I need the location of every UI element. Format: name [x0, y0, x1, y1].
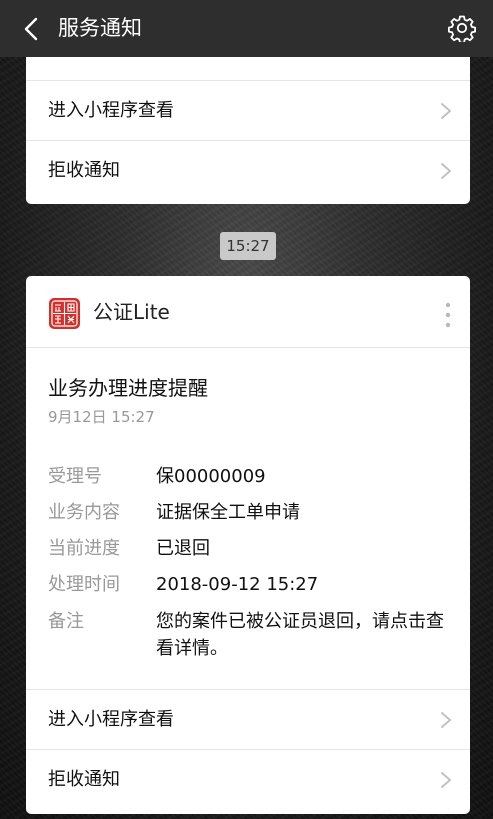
notice-date: 9月12日 15:27 [48, 408, 155, 426]
field-key: 处理时间 [48, 574, 120, 595]
field-key: 当前进度 [48, 538, 120, 559]
row-label: 进入小程序查看 [48, 709, 174, 730]
notification-card[interactable]: 公证Lite 业务办理进度提醒 9月12日 15:27 受理号 保0000000… [26, 276, 470, 814]
row-label: 进入小程序查看 [48, 100, 174, 121]
notice-title: 业务办理进度提醒 [48, 376, 208, 400]
chevron-right-icon [441, 712, 451, 728]
message-timestamp: 15:27 [220, 232, 276, 260]
chevron-left-icon [24, 17, 38, 41]
field-key: 业务内容 [48, 502, 120, 523]
card-header: 公证Lite [26, 276, 470, 348]
row-label: 拒收通知 [48, 769, 120, 790]
field-key: 备注 [48, 611, 84, 632]
field-value: 2018-09-12 15:27 [156, 574, 319, 595]
row-label: 拒收通知 [48, 160, 120, 181]
field-value: 已退回 [156, 538, 210, 559]
field-value: 您的案件已被公证员退回，请点击查看详情。 [156, 611, 444, 659]
gear-icon [448, 15, 476, 42]
field-key: 受理号 [48, 466, 102, 487]
open-miniprogram-row[interactable]: 进入小程序查看 [26, 689, 470, 749]
navigation-bar: 服务通知 [0, 0, 493, 57]
settings-button[interactable] [445, 11, 479, 45]
chevron-right-icon [441, 103, 451, 119]
notary-seal-logo [49, 298, 80, 329]
more-vertical-icon[interactable] [440, 300, 456, 330]
reject-notification-row[interactable]: 拒收通知 [26, 140, 470, 200]
field-value: 保00000009 [156, 466, 266, 487]
open-miniprogram-row[interactable]: 进入小程序查看 [26, 80, 470, 140]
back-button[interactable] [14, 12, 48, 46]
reject-notification-row[interactable]: 拒收通知 [26, 749, 470, 809]
field-value: 证据保全工单申请 [156, 502, 300, 523]
app-name: 公证Lite [93, 300, 170, 324]
chevron-right-icon [441, 772, 451, 788]
page-title: 服务通知 [58, 16, 142, 40]
chevron-right-icon [441, 163, 451, 179]
